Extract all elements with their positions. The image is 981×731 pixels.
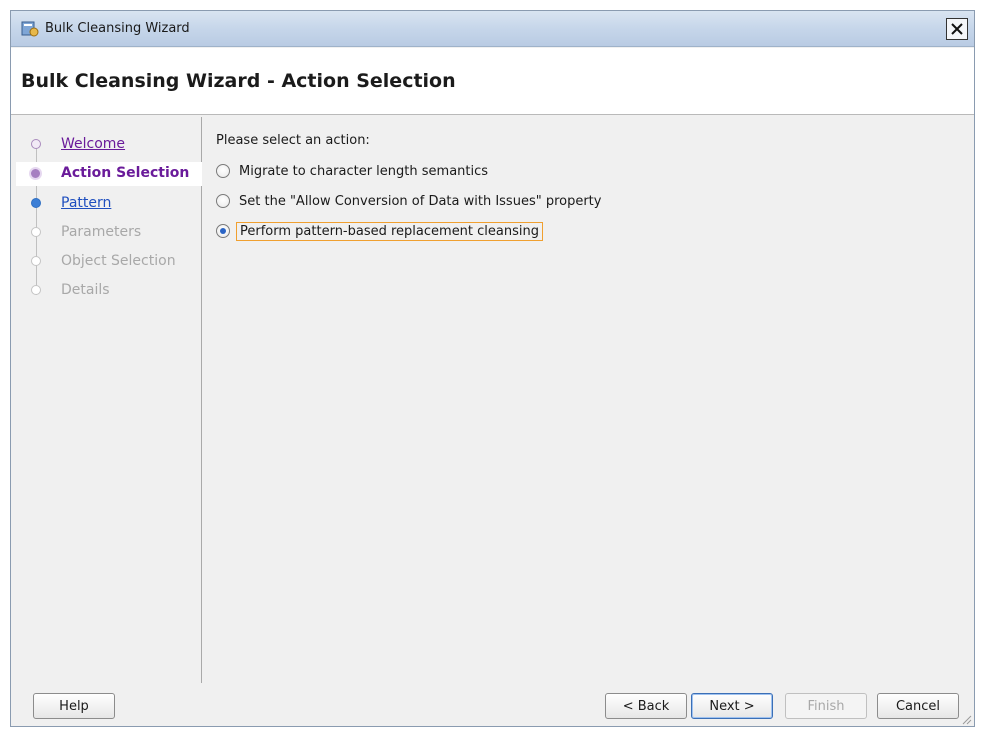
title-bar[interactable]: Bulk Cleansing Wizard [11,11,974,47]
wizard-window: Bulk Cleansing Wizard Bulk Cleansing Wiz… [10,10,975,727]
step-current-icon [29,167,42,180]
wizard-app-icon [21,21,39,37]
sidebar-step-action-selection[interactable]: Action Selection [16,162,202,186]
step-next-icon [31,198,41,208]
sidebar-step-object-selection: Object Selection [16,250,202,274]
step-pending-icon [31,285,41,295]
step-visited-icon [31,139,41,149]
step-label: Action Selection [61,165,190,181]
window-title: Bulk Cleansing Wizard [45,21,190,36]
step-pending-icon [31,256,41,266]
option-migrate-char-semantics[interactable]: Migrate to character length semantics [216,161,491,181]
back-button[interactable]: < Back [605,693,687,719]
option-pattern-replacement[interactable]: Perform pattern-based replacement cleans… [216,221,543,241]
cancel-button[interactable]: Cancel [877,693,959,719]
radio-button[interactable] [216,194,230,208]
sidebar-step-details: Details [16,279,202,303]
option-allow-conversion-property[interactable]: Set the "Allow Conversion of Data with I… [216,191,604,211]
finish-button: Finish [785,693,867,719]
button-bar: Help < Back Next > Finish Cancel [11,685,974,727]
option-label[interactable]: Migrate to character length semantics [236,163,491,180]
radio-button-selected[interactable] [216,224,230,238]
step-label: Object Selection [61,253,176,269]
resize-grip-icon[interactable] [960,713,972,725]
close-button[interactable] [946,18,968,40]
close-icon [951,23,963,35]
sidebar-step-parameters: Parameters [16,221,202,245]
wizard-header: Bulk Cleansing Wizard - Action Selection [11,48,974,115]
sidebar-step-welcome[interactable]: Welcome [16,133,202,157]
action-panel: Please select an action: Migrate to char… [211,116,971,684]
next-button[interactable]: Next > [691,693,773,719]
step-pending-icon [31,227,41,237]
step-label: Parameters [61,224,142,240]
sidebar-step-pattern[interactable]: Pattern [16,192,202,216]
step-sidebar: Welcome Action Selection Pattern Paramet… [16,117,202,683]
help-button[interactable]: Help [33,693,115,719]
step-label: Details [61,282,110,298]
step-label: Welcome [61,136,126,152]
radio-button[interactable] [216,164,230,178]
page-title: Bulk Cleansing Wizard - Action Selection [21,70,456,92]
step-label: Pattern [61,195,112,211]
wizard-content: Welcome Action Selection Pattern Paramet… [11,116,974,684]
action-prompt: Please select an action: [216,133,370,148]
option-label[interactable]: Perform pattern-based replacement cleans… [236,221,543,241]
option-label[interactable]: Set the "Allow Conversion of Data with I… [236,193,604,210]
